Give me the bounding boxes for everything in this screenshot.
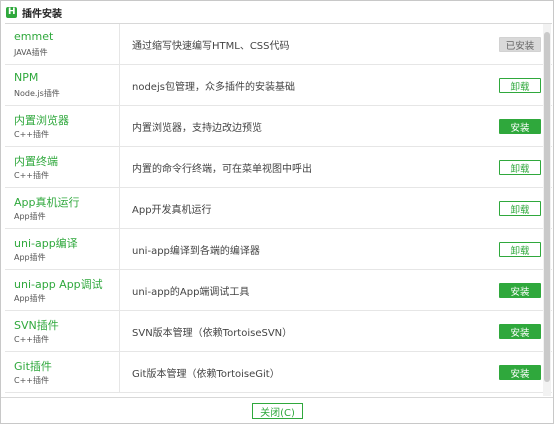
plugin-install-window: 插件安装 emmet JAVA插件 通过缩写快速编写HTML、CSS代码 已安装… [0,0,554,424]
plugin-type: JAVA插件 [14,48,48,57]
plugin-description: nodejs包管理，众多插件的安装基础 [132,82,295,93]
install-button[interactable]: 安装 [499,324,541,339]
title-bar: 插件安装 [1,1,553,23]
plugin-type: Node.js插件 [14,89,60,98]
plugin-name: uni-app编译 [14,237,78,250]
plugin-description: 通过缩写快速编写HTML、CSS代码 [132,41,290,52]
uninstall-button[interactable]: 卸载 [499,160,541,175]
installed-button[interactable]: 已安装 [499,37,541,52]
plugin-description: 内置浏览器，支持边改边预览 [132,123,262,134]
plugin-type: App插件 [14,212,46,221]
plugin-row: 内置浏览器 C++插件 内置浏览器，支持边改边预览 安装 [5,106,552,147]
dialog-footer: 关闭(C) [1,397,553,424]
hbuilder-logo-icon [6,6,17,18]
install-button[interactable]: 安装 [499,119,541,134]
vertical-scrollbar[interactable] [543,24,551,396]
plugin-row: NPM Node.js插件 nodejs包管理，众多插件的安装基础 卸载 [5,65,552,106]
plugin-description: uni-app的App端调试工具 [132,287,250,298]
install-button[interactable]: 安装 [499,283,541,298]
plugin-description: uni-app编译到各端的编译器 [132,246,260,257]
uninstall-button[interactable]: 卸载 [499,78,541,93]
install-button[interactable]: 安装 [499,365,541,380]
plugin-type: App插件 [14,294,46,303]
window-title: 插件安装 [22,8,62,20]
plugin-name: App真机运行 [14,196,80,209]
plugin-description: SVN版本管理（依赖TortoiseSVN） [132,328,293,339]
plugin-name: 内置终端 [14,155,58,168]
scrollbar-thumb[interactable] [544,32,550,382]
plugin-name: emmet [14,30,54,43]
plugin-row: uni-app编译 App插件 uni-app编译到各端的编译器 卸载 [5,229,552,270]
plugin-row: Git插件 C++插件 Git版本管理（依赖TortoiseGit） 安装 [5,352,552,393]
plugin-name: NPM [14,71,39,84]
plugin-name: 内置浏览器 [14,114,69,127]
uninstall-button[interactable]: 卸载 [499,201,541,216]
plugin-type: C++插件 [14,130,49,139]
plugin-list[interactable]: emmet JAVA插件 通过缩写快速编写HTML、CSS代码 已安装 NPM … [5,23,552,396]
plugin-row: 内置终端 C++插件 内置的命令行终端，可在菜单视图中呼出 卸载 [5,147,552,188]
plugin-description: Git版本管理（依赖TortoiseGit） [132,369,280,380]
plugin-type: C++插件 [14,335,49,344]
plugin-row: App真机运行 App插件 App开发真机运行 卸载 [5,188,552,229]
plugin-row: emmet JAVA插件 通过缩写快速编写HTML、CSS代码 已安装 [5,24,552,65]
plugin-description: 内置的命令行终端，可在菜单视图中呼出 [132,164,312,175]
plugin-name: uni-app App调试 [14,278,103,291]
plugin-name: Git插件 [14,360,52,373]
plugin-row: SVN插件 C++插件 SVN版本管理（依赖TortoiseSVN） 安装 [5,311,552,352]
plugin-name: SVN插件 [14,319,59,332]
plugin-description: App开发真机运行 [132,205,212,216]
plugin-type: App插件 [14,253,46,262]
close-button[interactable]: 关闭(C) [252,403,303,419]
plugin-type: C++插件 [14,376,49,385]
plugin-type: C++插件 [14,171,49,180]
plugin-row: uni-app App调试 App插件 uni-app的App端调试工具 安装 [5,270,552,311]
uninstall-button[interactable]: 卸载 [499,242,541,257]
